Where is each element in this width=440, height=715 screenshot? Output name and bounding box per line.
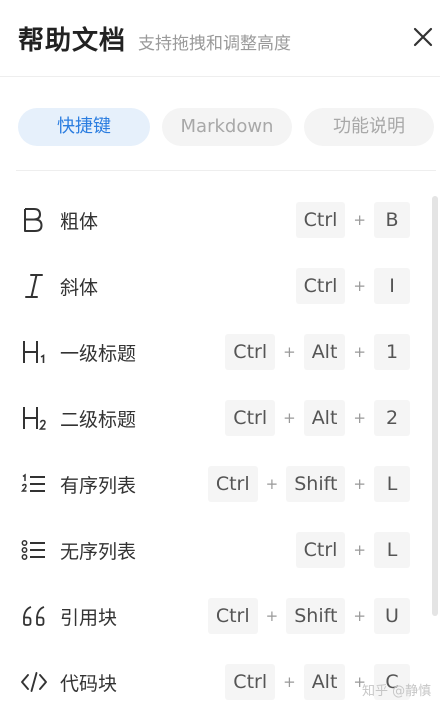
italic-icon — [25, 274, 43, 298]
shortcut-label: 代码块 — [60, 673, 118, 695]
heading-1-icon — [23, 341, 45, 363]
key-plus: + — [283, 343, 296, 361]
list-divider — [16, 170, 436, 171]
key-combo: Ctrl + Alt + 1 — [225, 334, 410, 370]
key-plus: + — [353, 541, 366, 559]
key-cap: 2 — [374, 400, 410, 436]
key-plus: + — [353, 343, 366, 361]
shortcut-label: 一级标题 — [60, 343, 137, 365]
shortcut-row-heading-1: 一级标题 Ctrl + Alt + 1 — [0, 319, 430, 385]
shortcut-row-quote: 引用块 Ctrl + Shift + U — [0, 583, 430, 649]
key-combo: Ctrl + Shift + U — [207, 598, 410, 634]
shortcut-row-bold: 粗体 Ctrl + B — [0, 187, 430, 253]
key-cap: Shift — [286, 598, 346, 634]
key-combo: Ctrl + I — [295, 268, 410, 304]
close-icon[interactable] — [408, 22, 438, 52]
key-plus: + — [353, 607, 366, 625]
scrollbar[interactable] — [432, 196, 438, 616]
panel-title: 帮助文档 — [18, 26, 127, 56]
key-plus: + — [265, 475, 279, 493]
tab-markdown[interactable]: Markdown — [162, 108, 292, 146]
key-cap: L — [374, 532, 410, 568]
key-cap: 1 — [374, 334, 410, 370]
key-cap: Alt — [303, 400, 346, 436]
tab-shortcuts[interactable]: 快捷键 — [18, 108, 150, 146]
key-cap: Ctrl — [225, 400, 276, 436]
key-cap: Ctrl — [295, 202, 346, 238]
quote-icon — [23, 606, 45, 626]
key-cap: Alt — [303, 664, 346, 700]
panel-subtitle: 支持拖拽和调整高度 — [138, 34, 291, 54]
key-combo: Ctrl + L — [295, 532, 410, 568]
watermark: 知乎 @静慎 — [362, 684, 432, 699]
key-cap: Ctrl — [225, 664, 276, 700]
key-cap: Ctrl — [225, 334, 276, 370]
shortcut-label: 粗体 — [60, 211, 99, 233]
tab-features[interactable]: 功能说明 — [304, 108, 434, 146]
key-cap: Ctrl — [207, 598, 258, 634]
shortcut-row-heading-2: 二级标题 Ctrl + Alt + 2 — [0, 385, 430, 451]
key-cap: Shift — [286, 466, 346, 502]
shortcut-row-unordered-list: 无序列表 Ctrl + L — [0, 517, 430, 583]
key-cap: Ctrl — [207, 466, 258, 502]
shortcut-label: 无序列表 — [60, 541, 137, 563]
ordered-list-icon — [20, 473, 45, 492]
shortcut-label: 二级标题 — [60, 409, 137, 431]
shortcut-row-ordered-list: 有序列表 Ctrl + Shift + L — [0, 451, 430, 517]
key-cap: Alt — [303, 334, 346, 370]
key-plus: + — [353, 277, 366, 295]
key-cap: Ctrl — [295, 268, 346, 304]
unordered-list-icon — [21, 540, 45, 560]
key-plus: + — [283, 409, 296, 427]
shortcut-label: 引用块 — [60, 607, 118, 629]
shortcut-label: 斜体 — [60, 277, 99, 299]
key-plus: + — [353, 211, 366, 229]
key-cap: I — [374, 268, 410, 304]
key-cap: U — [374, 598, 410, 634]
panel-header: 帮助文档 支持拖拽和调整高度 — [0, 0, 440, 77]
key-combo: Ctrl + Shift + L — [207, 466, 410, 502]
key-cap: Ctrl — [295, 532, 346, 568]
key-cap: B — [374, 202, 410, 238]
bold-icon — [24, 208, 43, 232]
shortcut-label: 有序列表 — [60, 475, 137, 497]
heading-2-icon — [23, 407, 46, 430]
code-icon — [21, 672, 47, 692]
key-combo: Ctrl + B — [295, 202, 410, 238]
key-plus: + — [283, 673, 296, 691]
key-plus: + — [265, 607, 279, 625]
key-plus: + — [353, 475, 366, 493]
key-cap: L — [374, 466, 410, 502]
shortcut-row-italic: 斜体 Ctrl + I — [0, 253, 430, 319]
key-plus: + — [353, 409, 366, 427]
key-combo: Ctrl + Alt + 2 — [225, 400, 410, 436]
